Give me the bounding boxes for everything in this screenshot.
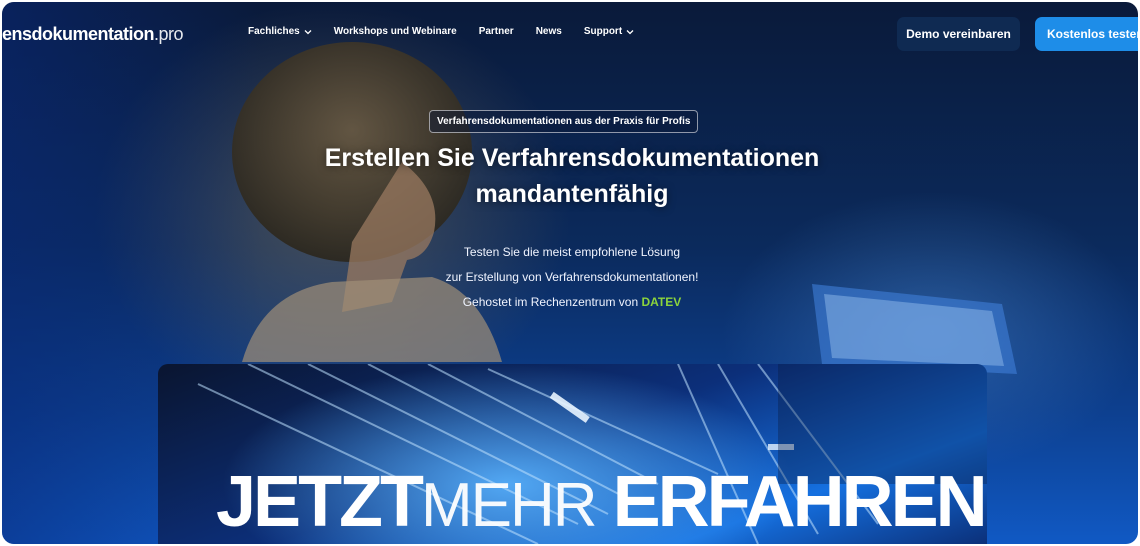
nav-item-support[interactable]: Support <box>584 26 634 37</box>
nav-item-label: Workshops und Webinare <box>333 26 457 37</box>
subtitle-line-2: zur Erstellung von Verfahrensdokumentati… <box>445 270 699 284</box>
hero-section: ensdokumentation.pro Fachliches Workshop… <box>2 2 1138 544</box>
banner-headline: JETZTMEHR ERFAHREN <box>216 466 987 542</box>
demo-button[interactable]: Demo vereinbaren <box>897 17 1020 51</box>
nav-item-label: News <box>535 26 562 37</box>
main-menu: Fachliches Workshops und Webinare Partne… <box>248 26 634 37</box>
subtitle-line-1: Testen Sie die meist empfohlene Lösung <box>463 245 681 259</box>
nav-item-workshops[interactable]: Workshops und Webinare <box>334 26 457 37</box>
chevron-down-icon <box>626 29 634 34</box>
nav-item-label: Partner <box>478 26 514 37</box>
hero-badge: Verfahrensdokumentationen aus der Praxis… <box>429 110 699 133</box>
nav-item-label: Support <box>583 26 623 37</box>
nav-item-news[interactable]: News <box>536 26 562 37</box>
banner-word-jetzt: JETZT <box>216 462 424 542</box>
datev-highlight: DATEV <box>641 295 682 309</box>
subtitle-line-3: Gehostet im Rechenzentrum von DATEV <box>302 290 842 315</box>
top-navigation: ensdokumentation.pro Fachliches Workshop… <box>2 2 1138 66</box>
nav-item-fachliches[interactable]: Fachliches <box>248 26 312 37</box>
logo-text: ensdokumentation <box>2 24 155 44</box>
subtitle-line-3-prefix: Gehostet im Rechenzentrum von <box>462 295 642 309</box>
free-trial-button[interactable]: Kostenlos testen <box>1035 17 1138 51</box>
page-title: Erstellen Sie Verfahrensdokumentationen … <box>202 140 942 212</box>
nav-item-label: Fachliches <box>248 26 300 37</box>
hero-subtitle: Testen Sie die meist empfohlene Lösung z… <box>302 240 842 315</box>
banner-word-erfahren: ERFAHREN <box>612 462 987 542</box>
logo-suffix: .pro <box>154 24 184 44</box>
learn-more-banner[interactable]: JETZTMEHR ERFAHREN <box>158 364 987 544</box>
title-line-1: Erstellen Sie Verfahrensdokumentationen <box>324 144 820 172</box>
nav-item-partner[interactable]: Partner <box>479 26 514 37</box>
site-logo[interactable]: ensdokumentation.pro <box>2 24 184 45</box>
title-line-2: mandantenfähig <box>475 180 669 208</box>
chevron-down-icon <box>304 29 312 34</box>
banner-word-mehr: MEHR <box>421 471 598 540</box>
